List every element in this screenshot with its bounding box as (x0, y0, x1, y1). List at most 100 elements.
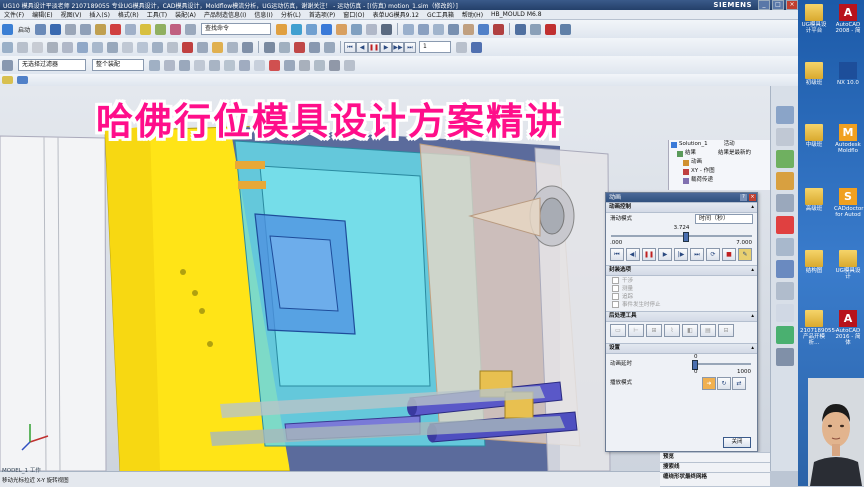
trace-tool-icon[interactable]: ⊢ (628, 324, 644, 337)
subtract-icon[interactable] (227, 41, 238, 53)
settings-icon[interactable] (776, 348, 794, 366)
rewind-button[interactable]: ⏮ (610, 248, 624, 261)
step-back-button[interactable]: ◀| (626, 248, 640, 261)
help-icon[interactable]: ? (740, 194, 747, 201)
section-view-icon[interactable] (264, 41, 275, 53)
reverse-mode-icon[interactable]: ⇄ (732, 377, 746, 390)
menu-edit[interactable]: 编辑(E) (28, 10, 56, 19)
endpoint-icon[interactable] (269, 59, 280, 71)
boss-icon[interactable] (152, 41, 163, 53)
menu-preferences[interactable]: 首选项(P) (305, 10, 339, 19)
markers-tool-icon[interactable]: ▭ (610, 324, 626, 337)
checkbox-interference[interactable]: 干涉 (606, 276, 757, 284)
fit-icon[interactable] (155, 23, 167, 35)
rewind-icon[interactable]: ⏮ (344, 41, 356, 53)
panel-final-mesh[interactable]: 缠绕形状最终网格 (660, 472, 770, 482)
part-tab-icon[interactable] (776, 150, 794, 168)
quadrant-icon[interactable] (314, 59, 325, 71)
menu-mould-plugin[interactable]: 表单UG模具9.12 (369, 10, 423, 19)
snap-point-icon[interactable] (294, 41, 305, 53)
menu-file[interactable]: 文件(F) (0, 10, 28, 19)
scope-select[interactable]: 整个装配 (92, 59, 144, 71)
marker-icon[interactable] (545, 23, 557, 35)
desktop-icon[interactable]: UG模具设计平台 (800, 4, 828, 34)
step-back-icon[interactable]: ◀ (356, 41, 368, 53)
play-icon[interactable]: ▶ (380, 41, 392, 53)
mirror-icon[interactable] (182, 41, 193, 53)
deselect-icon[interactable] (164, 59, 175, 71)
pause-icon[interactable]: ❚❚ (368, 41, 380, 53)
stop-button[interactable]: ■ (722, 248, 736, 261)
graph-icon[interactable] (493, 23, 505, 35)
point-icon[interactable] (291, 23, 303, 35)
center-icon[interactable] (299, 59, 310, 71)
play-button[interactable]: ▶ (658, 248, 672, 261)
edit-section-icon[interactable] (336, 23, 348, 35)
menu-help[interactable]: 帮助(H) (458, 10, 487, 19)
curve-icon[interactable] (17, 41, 28, 53)
paste-icon[interactable] (95, 23, 107, 35)
desktop-icon[interactable]: 高级班 (800, 188, 828, 212)
play-once-icon[interactable]: ➜ (702, 377, 716, 390)
hole-icon[interactable] (137, 41, 148, 53)
expression-icon[interactable] (32, 41, 43, 53)
menu-assembly[interactable]: 装配(A) (171, 10, 200, 19)
section-post-tools[interactable]: 后处理工具 ▴ (606, 311, 757, 322)
time-slider[interactable] (611, 232, 752, 242)
section-animation-control[interactable]: 动画控制 ▴ (606, 202, 757, 213)
palette-icon[interactable] (776, 238, 794, 256)
menu-info[interactable]: 信息(I) (250, 10, 276, 19)
driver-icon[interactable] (448, 23, 460, 35)
roles-icon[interactable] (776, 304, 794, 322)
blend-icon[interactable] (107, 41, 118, 53)
menu-gc-toolkit[interactable]: GC工具箱 (423, 10, 458, 19)
step-forward-icon[interactable]: ▶▶ (392, 41, 404, 53)
history-tab-icon[interactable] (776, 194, 794, 212)
desktop-icon[interactable]: S CADdoctor for Autod (834, 188, 864, 218)
motion-icon[interactable] (403, 23, 415, 35)
display-icon[interactable] (366, 23, 378, 35)
desktop-icon[interactable]: A AutoCAD 2008 - 简 (834, 4, 862, 34)
close-button[interactable]: 关闭 (723, 437, 751, 448)
face-filter-icon[interactable] (194, 59, 205, 71)
revolve-icon[interactable] (92, 41, 103, 53)
midpoint-icon[interactable] (284, 59, 295, 71)
spline-icon[interactable] (62, 41, 73, 53)
filter-tool-icon[interactable]: ⊟ (718, 324, 734, 337)
navigator-tab-icon[interactable] (776, 106, 794, 124)
cut-icon[interactable] (65, 23, 77, 35)
menu-pmi[interactable]: 产品制造信息(I) (200, 10, 250, 19)
menu-insert[interactable]: 插入(S) (85, 10, 114, 19)
web-browser-icon[interactable] (776, 216, 794, 234)
dialog-close-icon[interactable]: × (749, 194, 756, 201)
maximize-icon[interactable]: □ (772, 0, 784, 10)
checkbox-stop-on-event[interactable]: 事件发生时停止 (606, 300, 757, 308)
joint-icon[interactable] (418, 23, 430, 35)
unite-icon[interactable] (212, 41, 223, 53)
desktop-icon[interactable]: NX 10.0 (834, 62, 862, 86)
fast-forward-icon[interactable]: ⏭ (404, 41, 416, 53)
sensor-icon[interactable] (515, 23, 527, 35)
wcs-icon[interactable] (2, 76, 13, 84)
menu-hb-mould[interactable]: HB_MOULD M6.8 (487, 11, 546, 18)
menu-view[interactable]: 视图(V) (57, 10, 86, 19)
intersection-icon[interactable] (329, 59, 340, 71)
select-all-icon[interactable] (149, 59, 160, 71)
extrude-icon[interactable] (77, 41, 88, 53)
feature-filter-icon[interactable] (254, 59, 265, 71)
path-tool-icon[interactable]: ⌇ (664, 324, 680, 337)
step-forward-button[interactable]: |▶ (674, 248, 688, 261)
delay-slider[interactable] (692, 360, 751, 370)
layer-icon[interactable] (170, 23, 182, 35)
wireframe-icon[interactable] (279, 41, 290, 53)
desktop-icon[interactable]: 中级班 (800, 124, 828, 148)
existing-point-icon[interactable] (344, 59, 355, 71)
desktop-icon[interactable]: 结构图 (800, 250, 828, 274)
datum-icon[interactable] (47, 41, 58, 53)
tree-row-load-transfer[interactable]: 载荷传递 (669, 176, 771, 185)
animation-icon[interactable] (478, 23, 490, 35)
gear-icon[interactable] (530, 23, 542, 35)
cube-icon[interactable] (17, 76, 28, 84)
command-search-input[interactable]: 查找命令 (201, 23, 272, 35)
grid-icon[interactable] (560, 23, 572, 35)
